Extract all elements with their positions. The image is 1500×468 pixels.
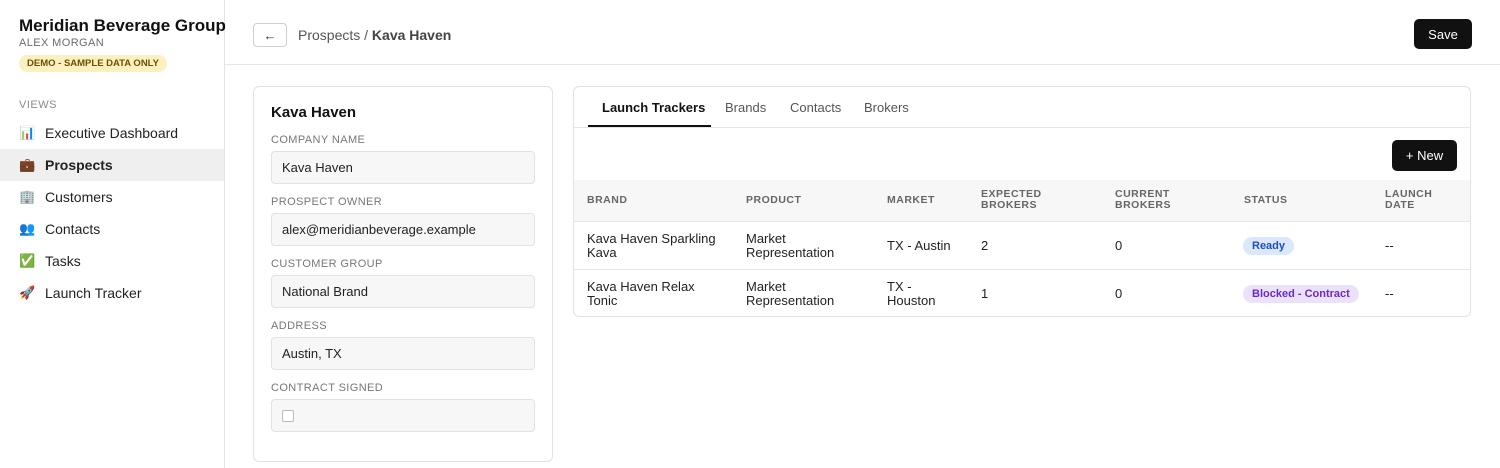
contract-signed-field: [271, 399, 535, 432]
demo-badge: DEMO - SAMPLE DATA ONLY: [19, 55, 167, 72]
prospect-owner-label: PROSPECT OWNER: [271, 196, 383, 208]
column-header-brand[interactable]: BRAND: [587, 195, 627, 206]
sidebar-item-tasks[interactable]: ✅ Tasks: [0, 245, 224, 277]
prospect-detail-card: Kava Haven COMPANY NAME Kava Haven PROSP…: [253, 86, 553, 462]
cell-brand: Kava Haven Sparkling Kava: [587, 231, 716, 260]
page-header: ← Prospects / Kava Haven Save: [225, 0, 1500, 65]
sidebar-item-label: Contacts: [45, 221, 101, 237]
cell-launch-date: --: [1385, 238, 1394, 253]
breadcrumb-parent[interactable]: Prospects: [298, 27, 360, 43]
tab-contacts[interactable]: Contacts: [790, 100, 841, 115]
card-title: Kava Haven: [271, 104, 357, 121]
breadcrumb-current: Kava Haven: [371, 27, 452, 43]
sidebar-item-label: Tasks: [45, 253, 81, 269]
sidebar-item-label: Prospects: [45, 157, 113, 173]
cell-current-brokers: 0: [1115, 286, 1123, 301]
check-mark-icon: ✅: [19, 253, 36, 268]
sidebar-item-label: Customers: [45, 189, 113, 205]
tab-brands[interactable]: Brands: [725, 100, 766, 115]
table-header: BRAND PRODUCT MARKET EXPECTED BROKERS CUR…: [574, 180, 1470, 222]
back-button[interactable]: ←: [253, 23, 287, 47]
breadcrumb: Prospects / Kava Haven: [298, 27, 451, 43]
sidebar-item-label: Launch Tracker: [45, 285, 142, 301]
briefcase-icon: 💼: [19, 157, 36, 172]
tab-launch-trackers[interactable]: Launch Trackers: [602, 100, 705, 115]
people-icon: 👥: [19, 221, 36, 236]
column-header-status[interactable]: STATUS: [1244, 195, 1287, 206]
table-row[interactable]: Kava Haven Relax Tonic Market Representati…: [574, 270, 1470, 316]
active-tab-indicator: [588, 125, 711, 127]
cell-product: Market Representation: [746, 279, 835, 308]
column-header-current-brokers[interactable]: CURRENT BROKERS: [1115, 189, 1171, 211]
launch-trackers-panel: Launch Trackers Brands Contacts Brokers …: [573, 86, 1471, 317]
save-button[interactable]: Save: [1414, 19, 1472, 49]
breadcrumb-separator: /: [360, 27, 372, 43]
bar-chart-icon: 📊: [19, 125, 36, 140]
cell-current-brokers: 0: [1115, 238, 1123, 253]
sidebar-nav: 📊 Executive Dashboard 💼 Prospects 🏢 Cust…: [0, 117, 224, 309]
views-section-label: VIEWS: [19, 99, 57, 111]
company-name-field[interactable]: Kava Haven: [271, 151, 535, 184]
sidebar-item-label: Executive Dashboard: [45, 125, 179, 141]
company-name-label: COMPANY NAME: [271, 134, 366, 146]
cell-brand: Kava Haven Relax Tonic: [587, 279, 695, 308]
cell-market: TX - Houston: [887, 279, 936, 308]
back-arrow-icon: ←: [263, 27, 277, 43]
tab-bar: Launch Trackers Brands Contacts Brokers: [574, 87, 1470, 128]
status-badge: Ready: [1243, 237, 1295, 255]
customer-group-label: CUSTOMER GROUP: [271, 258, 383, 270]
sidebar-item-customers[interactable]: 🏢 Customers: [0, 181, 224, 213]
column-header-expected-brokers[interactable]: EXPECTED BROKERS: [981, 189, 1042, 211]
contract-signed-checkbox[interactable]: [282, 409, 294, 422]
column-header-launch-date[interactable]: LAUNCH DATE: [1385, 189, 1432, 211]
column-header-product[interactable]: PRODUCT: [746, 195, 801, 206]
prospect-owner-field[interactable]: alex@meridianbeverage.example: [271, 213, 535, 246]
cell-market: TX - Austin: [887, 238, 951, 253]
sidebar-item-prospects[interactable]: 💼 Prospects: [0, 149, 224, 181]
contract-signed-label: CONTRACT SIGNED: [271, 382, 384, 394]
status-badge: Blocked - Contract: [1243, 285, 1359, 303]
cell-launch-date: --: [1385, 286, 1394, 301]
sidebar: Meridian Beverage Group ALEX MORGAN DEMO…: [0, 0, 226, 468]
cell-expected-brokers: 2: [981, 238, 989, 253]
cell-product: Market Representation: [746, 231, 835, 260]
sidebar-item-executive-dashboard[interactable]: 📊 Executive Dashboard: [0, 117, 224, 149]
user-name: ALEX MORGAN: [19, 37, 105, 49]
address-field[interactable]: Austin, TX: [271, 337, 535, 370]
address-label: ADDRESS: [271, 320, 327, 332]
customer-group-field[interactable]: National Brand: [271, 275, 535, 308]
column-header-market[interactable]: MARKET: [887, 195, 935, 206]
sidebar-item-launch-tracker[interactable]: 🚀 Launch Tracker: [0, 277, 224, 309]
tab-brokers[interactable]: Brokers: [864, 100, 909, 115]
cell-expected-brokers: 1: [981, 286, 989, 301]
new-tracker-button[interactable]: + New: [1392, 140, 1457, 171]
table-row[interactable]: Kava Haven Sparkling Kava Market Represent…: [574, 222, 1470, 270]
sidebar-item-contacts[interactable]: 👥 Contacts: [0, 213, 224, 245]
rocket-icon: 🚀: [19, 285, 36, 300]
org-name: Meridian Beverage Group: [19, 16, 226, 35]
office-building-icon: 🏢: [19, 189, 36, 204]
